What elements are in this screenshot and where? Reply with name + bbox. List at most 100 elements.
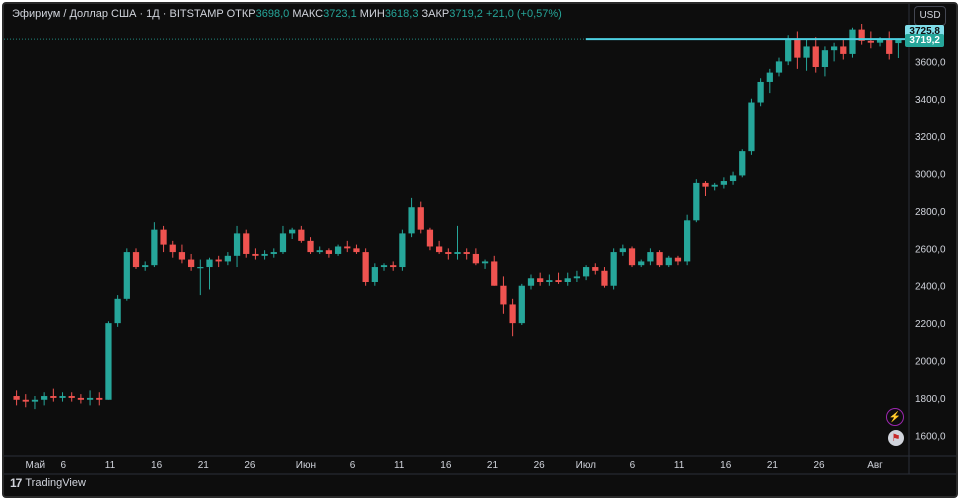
candle-body — [775, 61, 783, 73]
candle-body — [491, 261, 498, 286]
candle-body — [160, 229, 167, 245]
currency-button[interactable]: USD — [914, 6, 946, 26]
candle-body — [656, 252, 663, 266]
candle-body — [13, 396, 20, 400]
x-tick-label: 6 — [350, 460, 356, 471]
x-tick-label: 26 — [244, 460, 256, 471]
candle-body — [233, 233, 241, 256]
candle-body — [592, 267, 599, 271]
x-tick-label: 16 — [440, 460, 452, 471]
x-tick-label: 11 — [674, 460, 685, 471]
candle-body — [31, 399, 39, 402]
candle-body — [307, 240, 314, 253]
candle-body — [500, 285, 507, 305]
candle-body — [325, 250, 333, 254]
x-tick-label: 6 — [630, 460, 636, 471]
candle-body — [215, 259, 222, 262]
candle-body — [821, 50, 829, 67]
x-tick-label: 21 — [767, 460, 779, 471]
candle-body — [647, 252, 654, 262]
candle-body — [132, 252, 140, 268]
candle-body — [390, 265, 397, 268]
legend-close-label: ЗАКР — [421, 8, 450, 20]
candle-body — [426, 229, 434, 247]
candle-body — [638, 261, 645, 266]
candle-body — [840, 46, 847, 54]
x-tick-label: 21 — [487, 460, 499, 471]
candle-body — [334, 246, 342, 254]
candle-body — [527, 278, 535, 286]
y-tick-label: 2600,0 — [915, 244, 946, 255]
candle-body — [178, 252, 186, 260]
candle-body — [812, 46, 819, 67]
candle-body — [729, 175, 737, 182]
candle-body — [693, 182, 700, 221]
candle-body — [628, 248, 636, 266]
candle-body — [546, 280, 553, 282]
candle-body — [417, 207, 424, 230]
candle-body — [316, 250, 323, 253]
candle-body — [380, 265, 388, 268]
candle-body — [582, 267, 590, 277]
x-tick-label: 11 — [394, 460, 405, 471]
candle-body — [243, 233, 250, 254]
candle-body — [463, 252, 470, 254]
tradingview-logo[interactable]: 17 TradingView — [10, 476, 86, 490]
candle-body — [674, 257, 682, 262]
legend-high-label: МАКС — [292, 8, 324, 20]
flag-icon[interactable]: ⚑ — [888, 430, 904, 446]
x-tick-label: Май — [26, 460, 46, 471]
candle-body — [684, 220, 691, 262]
last-price-tag: 3719,2 — [905, 34, 944, 48]
candle-body — [739, 151, 746, 176]
tradingview-logo-icon: 17 — [10, 476, 22, 490]
candle-body — [436, 246, 443, 253]
candle-body — [445, 252, 452, 254]
candle-body — [867, 40, 874, 43]
legend-low-label: МИН — [359, 8, 385, 20]
x-tick-label: 6 — [61, 460, 67, 471]
candle-body — [830, 46, 838, 51]
candle-body — [270, 252, 277, 254]
candle-body — [665, 257, 672, 266]
candle-body — [785, 38, 792, 62]
candle-body — [86, 397, 94, 400]
candle-body — [509, 304, 516, 324]
candle-body — [849, 29, 856, 54]
legend-symbol: Эфириум / Доллар США · 1Д · BITSTAMP — [12, 8, 224, 20]
legend-low-value: 3618,3 — [384, 8, 419, 20]
candle-body — [298, 229, 305, 241]
candle-body — [601, 270, 608, 286]
y-tick-label: 1600,0 — [915, 431, 946, 442]
candle-body — [619, 248, 626, 253]
candlestick-chart[interactable]: 1600,0 1800,0 2000,0 2200,0 2400,0 2600,0 2800… — [4, 4, 956, 496]
candle-body — [748, 102, 755, 152]
candle-body — [279, 233, 287, 253]
x-tick-label: 26 — [534, 460, 546, 471]
candle-body — [573, 276, 581, 279]
legend-open-label: ОТКР — [226, 8, 256, 20]
x-tick-label: Июн — [296, 460, 316, 471]
lightning-icon[interactable]: ⚡ — [886, 408, 904, 426]
candle-body — [151, 229, 158, 266]
x-tick-label: 21 — [198, 460, 210, 471]
candle-body — [454, 252, 461, 254]
candle-body — [353, 248, 360, 253]
candle-body — [142, 265, 149, 268]
x-tick-label: 11 — [105, 460, 116, 471]
candle-body — [766, 72, 773, 82]
candle-body — [720, 181, 728, 185]
candle-body — [803, 46, 810, 58]
y-tick-label: 2800,0 — [915, 207, 946, 218]
brand-name: TradingView — [25, 477, 86, 489]
candle-body — [123, 252, 130, 299]
candle-body — [886, 38, 893, 54]
x-tick-label: 26 — [813, 460, 825, 471]
candle-body — [702, 182, 709, 187]
candle-body — [77, 397, 85, 400]
candle-body — [41, 396, 48, 400]
x-tick-label: Июл — [576, 460, 596, 471]
x-tick-label: 16 — [720, 460, 732, 471]
y-tick-label: 2200,0 — [915, 319, 946, 330]
candle-body — [472, 253, 479, 264]
